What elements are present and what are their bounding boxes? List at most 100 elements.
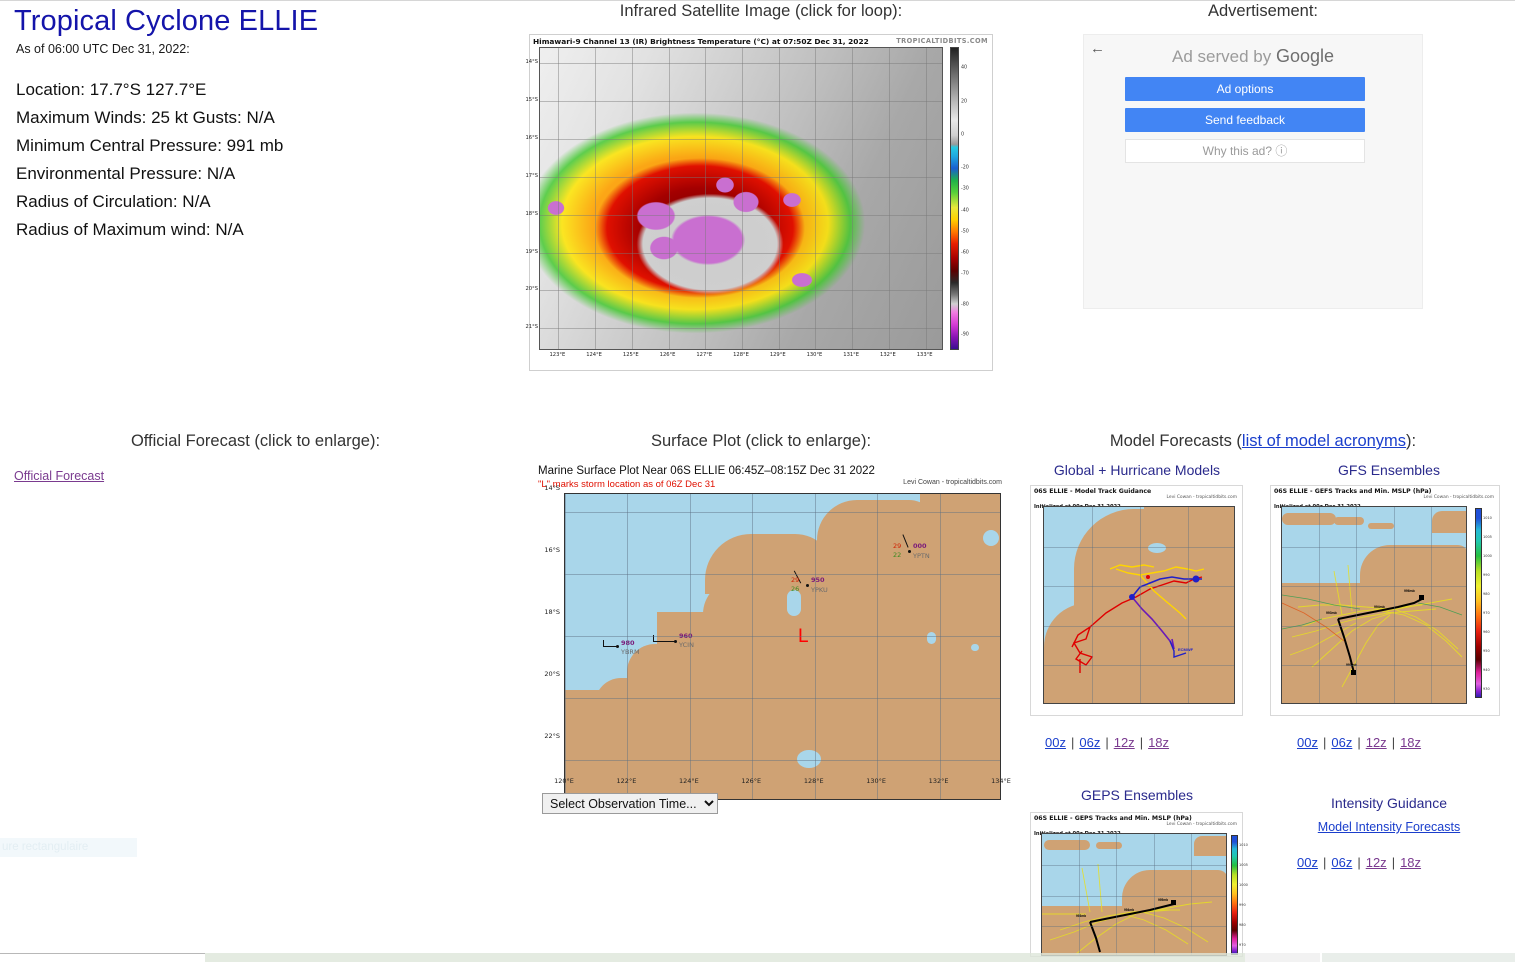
panel-gridline-v bbox=[1092, 507, 1093, 703]
station-pressure: 950 bbox=[811, 576, 825, 584]
colorbar-tick: 990 bbox=[1483, 572, 1490, 577]
time-link-00z[interactable]: 00z bbox=[1297, 735, 1318, 750]
geps-map: 994mb 993mb 995mb bbox=[1041, 833, 1227, 956]
time-link-18z[interactable]: 18z bbox=[1400, 855, 1421, 870]
link-separator: | bbox=[1105, 735, 1109, 750]
satellite-gridline-h bbox=[540, 138, 942, 140]
colorbar-tick: 1010 bbox=[1483, 515, 1492, 520]
satellite-colorbar-tick: -60 bbox=[961, 250, 969, 256]
time-link-06z[interactable]: 06z bbox=[1331, 855, 1352, 870]
colorbar-tick: 970 bbox=[1483, 610, 1490, 615]
panel-gridline-v bbox=[1188, 507, 1189, 703]
surface-gridline-v bbox=[877, 494, 879, 799]
official-forecast-link[interactable]: Official Forecast bbox=[14, 469, 104, 483]
panel-gridline-h bbox=[1042, 895, 1226, 897]
surface-y-tick: 14°S bbox=[544, 484, 560, 492]
satellite-colorbar-tick: -30 bbox=[961, 186, 969, 192]
surface-plot-caption: Surface Plot (click to enlarge): bbox=[650, 432, 872, 450]
send-feedback-button[interactable]: Send feedback bbox=[1125, 108, 1365, 132]
satellite-gridline-h bbox=[540, 252, 942, 254]
model-intensity-forecasts-link[interactable]: Model Intensity Forecasts bbox=[1318, 820, 1460, 834]
satellite-x-tick: 123°E bbox=[549, 352, 566, 358]
model-track-guidance-image[interactable]: 06S ELLIE - Model Track Guidance Initial… bbox=[1030, 485, 1243, 716]
satellite-x-tick: 124°E bbox=[586, 352, 602, 358]
time-link-06z[interactable]: 06z bbox=[1079, 735, 1100, 750]
link-separator: | bbox=[1322, 855, 1327, 870]
station-dewpoint: 22 bbox=[893, 551, 902, 559]
satellite-x-tick: 133°E bbox=[916, 352, 933, 358]
satellite-section: Infrared Satellite Image (click for loop… bbox=[511, 0, 1011, 371]
surface-gridline-h bbox=[565, 574, 1000, 575]
satellite-colorbar-tick: -90 bbox=[961, 332, 969, 338]
surface-x-tick: 128°E bbox=[803, 777, 824, 785]
panel-gridline-v bbox=[1153, 834, 1155, 955]
ad-options-button[interactable]: Ad options bbox=[1125, 77, 1365, 101]
satellite-image[interactable]: Himawari-9 Channel 13 (IR) Brightness Te… bbox=[526, 34, 993, 371]
page-root: Tropical Cyclone ELLIE As of 06:00 UTC D… bbox=[0, 0, 1515, 962]
satellite-gridline-h bbox=[540, 290, 942, 292]
surface-x-tick: 124°E bbox=[678, 777, 699, 785]
panel-heading-gfs-ensembles: GFS Ensembles bbox=[1338, 462, 1440, 478]
why-this-ad-button[interactable]: Why this ad? ⓘ bbox=[1125, 139, 1365, 163]
panel-heading-geps-ensembles: GEPS Ensembles bbox=[1080, 787, 1194, 803]
satellite-x-tick: 125°E bbox=[622, 352, 639, 358]
satellite-y-tick: 15°S bbox=[525, 97, 539, 104]
surface-plot-subtitle: "L" marks storm location as of 06Z Dec 3… bbox=[538, 479, 1006, 491]
time-link-00z[interactable]: 00z bbox=[1045, 735, 1066, 750]
colorbar-tick: 1005 bbox=[1483, 534, 1492, 539]
panel-gridline-v bbox=[1393, 507, 1395, 703]
geps-tracks-image[interactable]: 06S ELLIE - GEPS Tracks and Min. MSLP (h… bbox=[1030, 812, 1248, 957]
low-pressure-marker: L bbox=[798, 626, 809, 647]
panel-title: 06S ELLIE - GEPS Tracks and Min. MSLP (h… bbox=[1034, 815, 1192, 822]
panel-heading-intensity-guidance: Intensity Guidance bbox=[1331, 795, 1447, 811]
track-guidance-map: ECMWF bbox=[1043, 506, 1235, 704]
advertisement-section: Advertisement: ← Ad served by Google Ad … bbox=[1011, 0, 1515, 309]
gefs-colorbar bbox=[1475, 508, 1482, 698]
storm-location: Location: 17.7°S 127.7°E bbox=[16, 80, 207, 99]
time-link-18z[interactable]: 18z bbox=[1148, 735, 1169, 750]
observation-time-select[interactable]: Select Observation Time... bbox=[542, 793, 718, 814]
satellite-colorbar-tick: -40 bbox=[961, 208, 969, 214]
surface-gridline-v bbox=[627, 494, 629, 799]
time-link-00z[interactable]: 00z bbox=[1297, 855, 1318, 870]
surface-plot-image[interactable]: Marine Surface Plot Near 06S ELLIE 06:45… bbox=[536, 465, 1011, 815]
panel-attribution: Levi Cowan - tropicaltidbits.com bbox=[1166, 822, 1237, 827]
time-link-06z[interactable]: 06z bbox=[1331, 735, 1352, 750]
bottom-divider bbox=[0, 953, 205, 954]
surface-gridline-h bbox=[565, 636, 1000, 637]
storm-radius-max-wind: Radius of Maximum wind: N/A bbox=[16, 220, 244, 239]
satellite-x-tick: 128°E bbox=[733, 352, 749, 358]
satellite-gridline-v bbox=[852, 48, 854, 349]
land-mass-kimberley bbox=[657, 612, 1000, 712]
model-acronyms-link[interactable]: list of model acronyms bbox=[1242, 432, 1406, 450]
station-id: YPTN bbox=[913, 552, 930, 560]
satellite-gridline-h bbox=[540, 328, 942, 330]
storm-max-winds: Maximum Winds: 25 kt Gusts: N/A bbox=[16, 108, 275, 127]
panel-title: 06S ELLIE - GEFS Tracks and Min. MSLP (h… bbox=[1274, 488, 1432, 495]
satellite-y-tick: 16°S bbox=[525, 134, 539, 141]
time-link-12z[interactable]: 12z bbox=[1366, 735, 1387, 750]
colorbar-tick: 930 bbox=[1483, 686, 1490, 691]
time-link-18z[interactable]: 18z bbox=[1400, 735, 1421, 750]
satellite-y-tick: 18°S bbox=[525, 210, 539, 217]
panel-attribution: Levi Cowan - tropicaltidbits.com bbox=[1423, 495, 1494, 500]
model-forecasts-section: Model Forecasts (list of model acronyms)… bbox=[1011, 432, 1515, 957]
surface-plot-section: Surface Plot (click to enlarge): Marine … bbox=[511, 432, 1011, 815]
panel-gridline-v bbox=[1319, 507, 1321, 703]
time-link-12z[interactable]: 12z bbox=[1114, 735, 1135, 750]
satellite-x-tick: 132°E bbox=[880, 352, 896, 358]
colorbar-tick: 970 bbox=[1239, 943, 1246, 947]
satellite-y-axis: 14°S 15°S 16°S 17°S 18°S 19°S 20°S 21°S bbox=[526, 47, 539, 350]
satellite-y-tick: 17°S bbox=[525, 172, 539, 179]
storm-radius-circulation: Radius of Circulation: N/A bbox=[16, 192, 211, 211]
colorbar-tick: 950 bbox=[1483, 648, 1490, 653]
time-links-gfs-ensembles: 00z | 06z | 12z | 18z bbox=[1297, 735, 1421, 750]
surface-gridline-v bbox=[565, 494, 566, 799]
water-islet-1 bbox=[927, 632, 936, 644]
station-id: YBRM bbox=[621, 648, 640, 656]
storm-env-pressure: Environmental Pressure: N/A bbox=[16, 164, 236, 183]
surface-y-tick: 18°S bbox=[544, 608, 560, 616]
gefs-tracks-image[interactable]: 06S ELLIE - GEFS Tracks and Min. MSLP (h… bbox=[1270, 485, 1500, 716]
time-link-12z[interactable]: 12z bbox=[1366, 855, 1387, 870]
satellite-gridline-v bbox=[631, 48, 633, 349]
